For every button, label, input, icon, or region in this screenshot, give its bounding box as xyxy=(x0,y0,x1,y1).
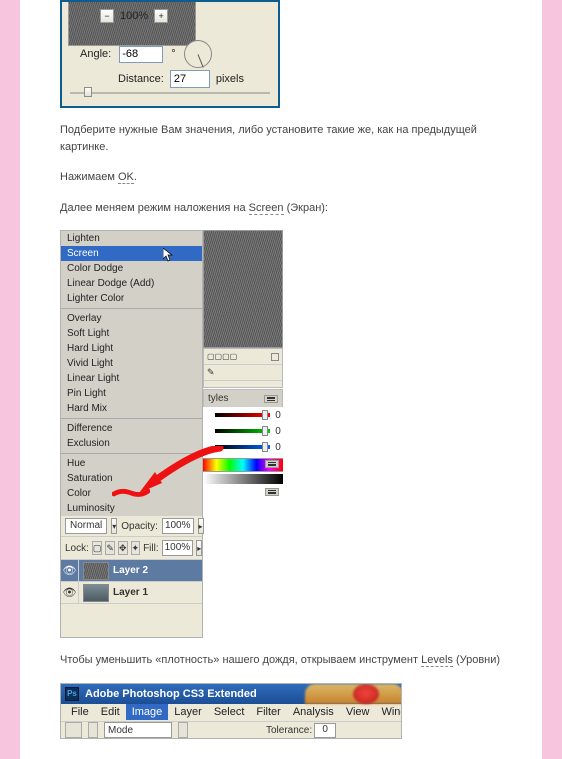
motion-blur-screenshot: − 100% + Angle: ° Distance: pixels xyxy=(60,0,280,108)
rgb-slider-rows: 0 0 0 xyxy=(215,407,283,455)
eye-icon[interactable]: 👁 xyxy=(61,560,79,582)
screen-term: Screen xyxy=(249,202,284,215)
menu-bar: File Edit Image Layer Select Filter Anal… xyxy=(61,704,401,722)
layers-blend-screenshot: Lighten Screen Color Dodge Linear Dodge … xyxy=(60,230,203,638)
angle-degree: ° xyxy=(171,48,175,60)
paragraph-2: Нажимаем OK. xyxy=(60,169,502,186)
lock-transparency-icon[interactable]: ▢ xyxy=(92,541,103,555)
angle-dial[interactable] xyxy=(184,40,212,68)
blend-mode-item[interactable]: Linear Dodge (Add) xyxy=(61,276,202,291)
fill-label: Fill: xyxy=(143,543,159,554)
tool-preset-icon[interactable] xyxy=(65,722,82,738)
ps-logo-icon: Ps xyxy=(65,687,79,701)
opacity-label: Opacity: xyxy=(121,521,158,532)
chevron-down-icon[interactable] xyxy=(88,722,98,738)
layer-name: Layer 2 xyxy=(113,565,148,576)
blend-mode-item[interactable]: Vivid Light xyxy=(61,356,202,371)
layer-name: Layer 1 xyxy=(113,587,148,598)
menu-filter[interactable]: Filter xyxy=(250,704,286,720)
fill-input[interactable]: 100% xyxy=(162,540,194,556)
panel-menu-icon[interactable] xyxy=(265,488,279,496)
blend-mode-item[interactable]: Color xyxy=(61,486,202,501)
menu-view[interactable]: View xyxy=(340,704,376,720)
panel-menu-icon[interactable] xyxy=(265,460,279,468)
chevron-down-icon[interactable]: ▾ xyxy=(111,518,117,534)
green-slider[interactable] xyxy=(215,429,270,433)
blend-mode-select[interactable]: Normal xyxy=(65,518,107,534)
blend-mode-item[interactable]: Hard Light xyxy=(61,341,202,356)
distance-unit: pixels xyxy=(216,73,244,85)
blend-mode-item[interactable]: Overlay xyxy=(61,311,202,326)
blend-mode-item[interactable]: Saturation xyxy=(61,471,202,486)
mouse-cursor-icon xyxy=(163,248,174,265)
menu-layer[interactable]: Layer xyxy=(168,704,208,720)
menu-select[interactable]: Select xyxy=(208,704,251,720)
zoom-out-button[interactable]: − xyxy=(100,9,114,23)
taskbar-peek-icon xyxy=(353,684,379,704)
chevron-right-icon[interactable]: ▸ xyxy=(196,540,202,556)
blend-mode-item[interactable]: Pin Light xyxy=(61,386,202,401)
red-slider[interactable] xyxy=(215,413,270,417)
layer-thumbnail xyxy=(83,562,109,580)
blend-mode-item[interactable]: Lighten xyxy=(61,231,202,246)
chevron-right-icon[interactable]: ▸ xyxy=(198,518,204,534)
panel-menu-icon[interactable] xyxy=(264,395,278,403)
menu-analysis[interactable]: Analysis xyxy=(287,704,340,720)
blend-mode-item[interactable]: Lighter Color xyxy=(61,291,202,306)
lock-paint-icon[interactable]: ✎ xyxy=(105,541,115,555)
levels-term: Levels xyxy=(421,654,453,667)
blend-mode-item[interactable]: Soft Light xyxy=(61,326,202,341)
blend-mode-item[interactable]: Color Dodge xyxy=(61,261,202,276)
chevron-down-icon[interactable] xyxy=(178,722,188,738)
angle-label: Angle: xyxy=(80,48,111,60)
tolerance-label: Tolerance: xyxy=(266,725,312,736)
options-bar: Mode Tolerance: 0 xyxy=(61,722,401,739)
blend-mode-item[interactable]: Hard Mix xyxy=(61,401,202,416)
layers-footer xyxy=(61,603,202,637)
value-strip[interactable] xyxy=(203,474,283,484)
menu-image[interactable]: Image xyxy=(126,704,169,720)
paragraph-4: Чтобы уменьшить «плотность» нашего дождя… xyxy=(60,652,502,669)
lock-all-icon[interactable]: ✦ xyxy=(131,541,141,555)
blend-mode-item[interactable]: Exclusion xyxy=(61,436,202,451)
mode-select[interactable]: Mode xyxy=(104,722,172,738)
zoom-percent: 100% xyxy=(120,10,148,22)
angle-input[interactable] xyxy=(119,46,163,63)
menu-edit[interactable]: Edit xyxy=(95,704,126,720)
layer-row-selected[interactable]: 👁 Layer 2 xyxy=(61,559,202,581)
blue-slider[interactable] xyxy=(215,445,270,449)
menu-window[interactable]: Window xyxy=(375,704,402,720)
window-title: Adobe Photoshop CS3 Extended xyxy=(85,688,257,700)
distance-input[interactable] xyxy=(170,70,210,88)
ps-menu-screenshot: Ps Adobe Photoshop CS3 Extended File Edi… xyxy=(60,683,402,739)
zoom-in-button[interactable]: + xyxy=(154,9,168,23)
eye-icon[interactable]: 👁 xyxy=(61,582,79,604)
tolerance-input[interactable]: 0 xyxy=(314,723,336,738)
blend-mode-item[interactable]: Difference xyxy=(61,421,202,436)
blend-mode-item[interactable]: Hue xyxy=(61,456,202,471)
blend-mode-item[interactable]: Luminosity xyxy=(61,501,202,516)
panel-tabs[interactable]: tyles xyxy=(203,389,283,407)
opacity-input[interactable]: 100% xyxy=(162,518,194,534)
layer-thumbnail xyxy=(83,584,109,602)
paragraph-1: Подберите нужные Вам значения, либо уста… xyxy=(60,122,502,155)
distance-label: Distance: xyxy=(118,73,164,85)
paragraph-3: Далее меняем режим наложения на Screen (… xyxy=(60,200,502,217)
ok-term: OK xyxy=(118,171,134,184)
blend-mode-item-selected[interactable]: Screen xyxy=(61,246,202,261)
blend-mode-item[interactable]: Linear Light xyxy=(61,371,202,386)
lock-label: Lock: xyxy=(65,543,89,554)
menu-file[interactable]: File xyxy=(65,704,95,720)
distance-slider[interactable] xyxy=(70,90,270,96)
canvas-preview xyxy=(203,230,283,348)
lock-position-icon[interactable]: ✥ xyxy=(118,541,128,555)
option-rows: ▢▢▢▢ ✎ xyxy=(203,348,283,388)
